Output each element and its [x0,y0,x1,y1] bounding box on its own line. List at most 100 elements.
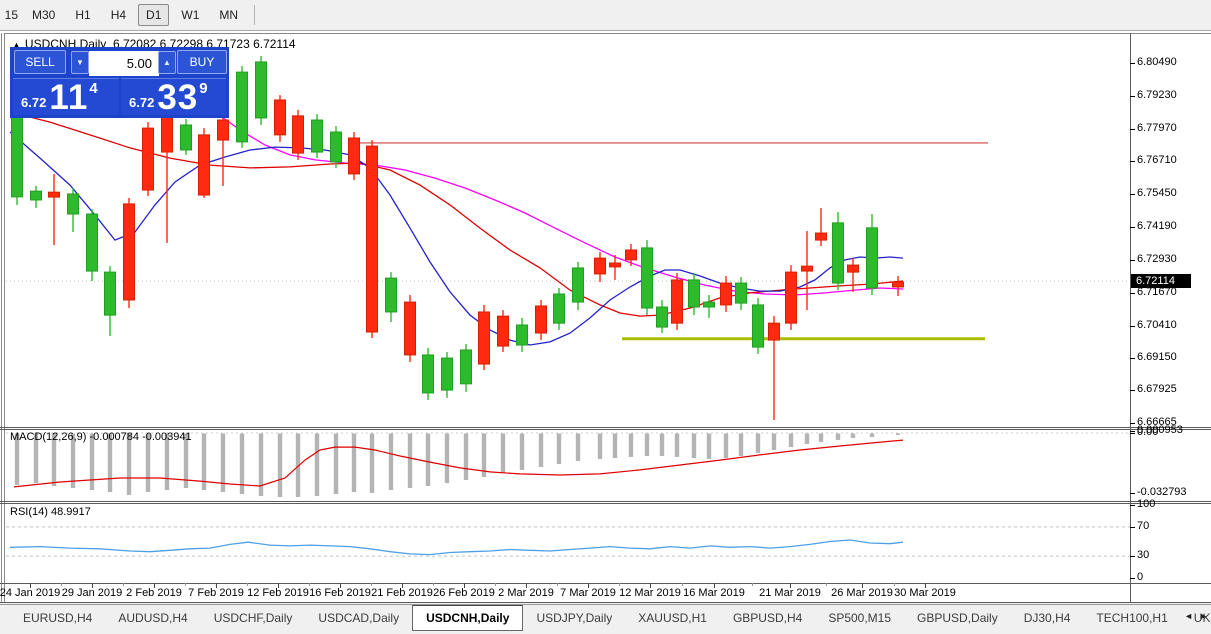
price-axis-label: 6.75450 [1137,187,1177,199]
date-minor-tick [682,583,683,586]
chart-tab-usdchfdaily[interactable]: USDCHF,Daily [201,607,306,630]
macd-histogram-bar [576,434,580,461]
candle-body-down [626,250,637,260]
price-tick [1130,227,1135,228]
candle-body-down [498,316,509,346]
macd-histogram-bar [464,434,468,480]
chart-tab-gbpusdh4[interactable]: GBPUSD,H4 [720,607,815,630]
chart-tab-xauusdh1[interactable]: XAUUSD,H1 [625,607,720,630]
candle-body-down [786,272,797,323]
price-axis-label: 6.79230 [1137,89,1177,101]
chart-tab-bar: EURUSD,H4AUDUSD,H4USDCHF,DailyUSDCAD,Dai… [0,604,1211,634]
candle-body-down [479,312,490,364]
rsi-value: 48.9917 [51,506,91,518]
volume-decrease-button[interactable]: ▼ [71,51,89,74]
candle-body-down [293,116,304,153]
rsi-axis-label: 0 [1137,571,1143,583]
macd-histogram-bar [389,434,393,491]
timeframe-button-h4[interactable]: H4 [103,4,134,26]
date-axis-label: 21 Feb 2019 [371,587,433,599]
macd-histogram-bar [739,434,743,457]
timeframe-button-m30[interactable]: M30 [24,4,63,26]
macd-histogram-bar [896,434,900,436]
candle-body-up [657,307,668,327]
candle-body-up [736,283,747,303]
chart-tab-audusdh4[interactable]: AUDUSD,H4 [105,607,200,630]
candle-body-up [12,115,23,197]
macd-histogram-bar [819,434,823,442]
date-axis-label: 2 Mar 2019 [498,587,554,599]
candle-body-up [87,214,98,271]
timeframe-button-w1[interactable]: W1 [173,4,207,26]
candle-body-down [405,302,416,355]
candle-body-down [721,283,732,305]
candle-body-down [769,323,780,340]
macd-tick [1130,493,1135,494]
date-axis-label: 24 Jan 2019 [0,587,60,599]
buy-price-pips: 33 [157,81,198,114]
macd-tick [1130,431,1135,432]
macd-axis-label: 0.000953 [1137,424,1183,436]
timeframe-button-h1[interactable]: H1 [67,4,98,26]
chart-tab-usdcnhdaily[interactable]: USDCNH,Daily [412,605,523,631]
price-axis-label: 6.74190 [1137,220,1177,232]
tab-scroll-right-icon[interactable]: ► [1199,611,1208,621]
candle-body-down [367,146,378,332]
chart-tab-eurusdh4[interactable]: EURUSD,H4 [10,607,105,630]
rsi-axis-label: 70 [1137,520,1149,532]
candle-body-up [704,302,715,307]
price-tick [1130,129,1135,130]
buy-button[interactable]: BUY [177,50,227,74]
candle-body-up [867,228,878,288]
one-click-trading-panel: SELL ▼ ▲ BUY 6.72 11 4 6.72 33 9 [10,47,229,118]
macd-histogram-bar [692,434,696,459]
volume-input[interactable] [89,51,159,76]
candle-body-down [848,265,859,272]
sell-button[interactable]: SELL [14,50,66,74]
date-minor-tick [826,583,827,586]
macd-main-value: -0.000784 [89,431,139,443]
tab-scroll-arrows: ◄ ► [1184,611,1208,621]
buy-price-point: 9 [199,80,207,97]
chart-tab-dj30h4[interactable]: DJ30,H4 [1011,607,1084,630]
macd-histogram-bar [408,434,412,489]
candle-body-down [143,128,154,190]
macd-name: MACD(12,26,9) [10,431,86,443]
chart-tab-gbpusddaily[interactable]: GBPUSD,Daily [904,607,1011,630]
date-minor-tick [185,583,186,586]
chart-tab-sp500m15[interactable]: SP500,M15 [815,607,904,630]
volume-increase-button[interactable]: ▲ [158,51,176,74]
rsi-canvas[interactable] [6,503,1130,583]
chart-tab-usdcaddaily[interactable]: USDCAD,Daily [305,607,412,630]
timeframe-toolbar: 15M30H1H4D1W1MN [0,0,1211,31]
date-minor-tick [61,583,62,586]
candle-body-up [237,72,248,142]
chart-tab-tech100h1[interactable]: TECH100,H1 [1083,607,1180,630]
candle-body-up [833,223,844,283]
rsi-axis-label: 100 [1137,498,1155,510]
rsi-tick [1130,505,1135,506]
price-tick [1130,326,1135,327]
rsi-name: RSI(14) [10,506,48,518]
candle-body-down [816,233,827,240]
sell-price-pips: 11 [49,81,88,114]
candle-body-up [573,268,584,302]
main-macd-separator-a [0,427,1211,428]
macd-histogram-bar [805,434,809,444]
tab-scroll-left-icon[interactable]: ◄ [1184,611,1193,621]
price-tick [1130,293,1135,294]
macd-histogram-bar [756,434,760,453]
candle-body-down [199,135,210,195]
chart-tab-usdjpydaily[interactable]: USDJPY,Daily [523,607,625,630]
timeframe-button-mn[interactable]: MN [211,4,246,26]
macd-histogram-bar [660,434,664,457]
rsi-dateaxis-separator [0,583,1211,584]
buy-price-display[interactable]: 6.72 33 9 [121,78,226,115]
timeframe-button-d1[interactable]: D1 [138,4,169,26]
candle-body-down [672,280,683,323]
price-axis-label: 6.70410 [1137,319,1177,331]
dateaxis-bottom-border [0,602,1211,603]
timeframe-button-15[interactable]: 15 [0,4,20,26]
sell-price-display[interactable]: 6.72 11 4 [13,78,119,115]
price-axis-label: 6.76710 [1137,154,1177,166]
